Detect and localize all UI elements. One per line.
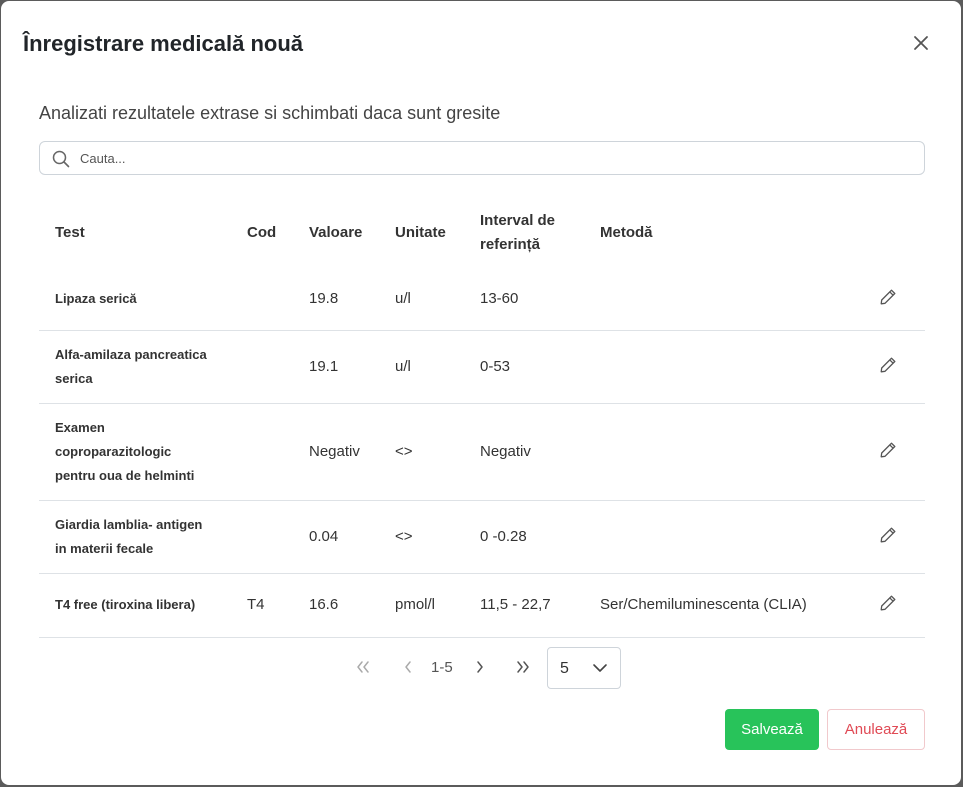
cell-test: Alfa-amilaza pancreatica serica xyxy=(39,330,231,404)
cell-test: Giardia lamblia- antigen in materii feca… xyxy=(39,500,231,574)
close-button[interactable] xyxy=(909,31,933,55)
column-header-value[interactable]: Valoare xyxy=(293,197,379,269)
cell-unit: <> xyxy=(379,500,464,574)
cell-test: T4 free (tiroxina libera) xyxy=(39,573,231,638)
cell-value: 19.1 xyxy=(293,330,379,404)
cell-method xyxy=(584,403,850,501)
cell-actions xyxy=(850,330,925,404)
cell-reference: 13-60 xyxy=(464,269,584,331)
cell-unit: u/l xyxy=(379,269,464,331)
cell-reference: 0-53 xyxy=(464,330,584,404)
cell-actions xyxy=(850,500,925,574)
cell-value: 19.8 xyxy=(293,269,379,331)
pencil-icon xyxy=(880,442,895,457)
column-header-code[interactable]: Cod xyxy=(231,197,293,269)
column-header-unit[interactable]: Unitate xyxy=(379,197,464,269)
cell-reference: 11,5 - 22,7 xyxy=(464,573,584,638)
table-header-row: Test Cod Valoare Unitate Interval de ref… xyxy=(39,197,925,269)
cell-actions xyxy=(850,403,925,501)
cell-method xyxy=(584,269,850,331)
dialog-subtitle: Analizati rezultatele extrase si schimba… xyxy=(39,103,501,123)
cell-code xyxy=(231,500,293,574)
edit-button[interactable] xyxy=(878,287,898,307)
cell-code xyxy=(231,330,293,404)
chevron-left-icon xyxy=(405,661,411,673)
chevron-down-icon xyxy=(593,664,607,672)
edit-button[interactable] xyxy=(878,525,898,545)
page-range: 1-5 xyxy=(431,659,453,676)
chevron-right-icon xyxy=(477,661,483,673)
search-box xyxy=(39,141,925,175)
close-icon xyxy=(914,36,928,50)
cell-value: 0.04 xyxy=(293,500,379,574)
table-row: Examen coproparazitologic pentru oua de … xyxy=(39,403,925,501)
cell-method: Ser/Chemiluminescenta (CLIA) xyxy=(584,573,850,638)
dialog-title: Înregistrare medicală nouă xyxy=(23,31,303,56)
last-page-button[interactable] xyxy=(511,657,535,679)
pencil-icon xyxy=(880,357,895,372)
save-button[interactable]: Salvează xyxy=(725,709,819,750)
cell-test: Lipaza serică xyxy=(39,269,231,331)
cancel-button[interactable]: Anulează xyxy=(827,709,925,750)
edit-button[interactable] xyxy=(878,355,898,375)
cell-value: Negativ xyxy=(293,403,379,501)
cell-method xyxy=(584,500,850,574)
edit-button[interactable] xyxy=(878,593,898,613)
cell-unit: u/l xyxy=(379,330,464,404)
cell-code: T4 xyxy=(231,573,293,638)
cell-value: 16.6 xyxy=(293,573,379,638)
cell-unit: pmol/l xyxy=(379,573,464,638)
column-header-test[interactable]: Test xyxy=(39,197,231,269)
cell-method xyxy=(584,330,850,404)
cell-unit: <> xyxy=(379,403,464,501)
table-row: T4 free (tiroxina libera) T4 16.6 pmol/l… xyxy=(39,573,925,638)
pencil-icon xyxy=(880,289,895,305)
results-table: Test Cod Valoare Unitate Interval de ref… xyxy=(39,197,925,638)
page-size-value: 5 xyxy=(560,660,569,677)
cell-code xyxy=(231,403,293,501)
edit-button[interactable] xyxy=(878,440,898,460)
cell-actions xyxy=(850,269,925,331)
cell-reference: 0 -0.28 xyxy=(464,500,584,574)
cell-code xyxy=(231,269,293,331)
double-chevron-left-icon xyxy=(357,661,369,673)
new-medical-record-dialog: Înregistrare medicală nouă Analizati rez… xyxy=(1,1,961,785)
previous-page-button[interactable] xyxy=(396,657,420,679)
page-size-select[interactable]: 5 xyxy=(547,647,621,689)
cell-test: Examen coproparazitologic pentru oua de … xyxy=(39,403,231,501)
table-row: Lipaza serică 19.8 u/l 13-60 xyxy=(39,269,925,331)
first-page-button[interactable] xyxy=(351,657,375,679)
table-row: Giardia lamblia- antigen in materii feca… xyxy=(39,500,925,574)
cell-reference: Negativ xyxy=(464,403,584,501)
pencil-icon xyxy=(880,595,895,611)
table-row: Alfa-amilaza pancreatica serica 19.1 u/l… xyxy=(39,330,925,404)
search-input[interactable] xyxy=(80,142,910,174)
column-header-actions xyxy=(850,197,925,269)
cell-actions xyxy=(850,573,925,638)
next-page-button[interactable] xyxy=(468,657,492,679)
column-header-reference[interactable]: Interval de referință xyxy=(464,197,584,269)
double-chevron-right-icon xyxy=(517,661,529,673)
column-header-method[interactable]: Metodă xyxy=(584,197,850,269)
search-icon xyxy=(52,150,70,168)
pencil-icon xyxy=(880,527,895,542)
